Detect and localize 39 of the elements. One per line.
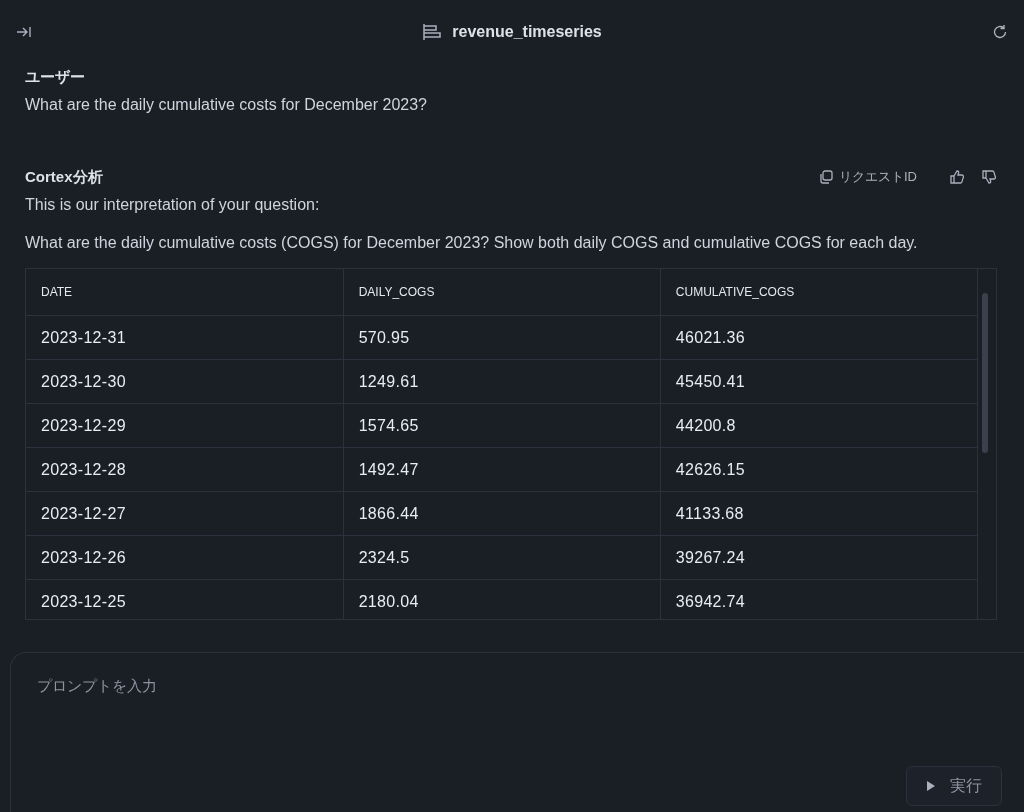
- table-cell: 2023-12-30: [26, 359, 344, 404]
- table-cell: 570.95: [343, 315, 661, 360]
- table-cell: 44200.8: [660, 403, 978, 448]
- table-cell: 2023-12-28: [26, 447, 344, 492]
- table-cell: 42626.15: [660, 447, 978, 492]
- interpretation-text: What are the daily cumulative costs (COGS) for December 2023? Show both daily COGS and cumulative COGS for each day.: [25, 233, 919, 253]
- prompt-field[interactable]: プロンプトを入力: [37, 677, 998, 766]
- table-cell: 1574.65: [343, 403, 661, 448]
- table-cell: 39267.24: [660, 535, 978, 580]
- column-header: DAILY_COGS: [343, 269, 661, 316]
- column-header: CUMULATIVE_COGS: [660, 269, 978, 316]
- table-cell: 2180.04: [343, 579, 661, 619]
- collapse-sidebar-icon[interactable]: [16, 24, 32, 40]
- table-cell: 2023-12-27: [26, 491, 344, 536]
- table-cell: 1249.61: [343, 359, 661, 404]
- thumbs-up-icon[interactable]: [949, 169, 965, 185]
- table-cell: 2023-12-25: [26, 579, 344, 619]
- column-header: DATE: [26, 269, 344, 316]
- table-cell: 1866.44: [343, 491, 661, 536]
- play-icon: [926, 780, 936, 792]
- response-text: This is our interpretation of your question:: [25, 195, 321, 215]
- message-author: ユーザー: [25, 67, 86, 87]
- copy-icon: [819, 170, 833, 184]
- table-cell: 36942.74: [660, 579, 978, 619]
- message-author: Cortex分析: [25, 167, 103, 187]
- table-cell: 46021.36: [660, 315, 978, 360]
- table-cell: 2324.5: [343, 535, 661, 580]
- user-message: What are the daily cumulative costs for December 2023?: [25, 95, 428, 115]
- table-cell: 1492.47: [343, 447, 661, 492]
- table-cell: 2023-12-31: [26, 315, 344, 360]
- thumbs-down-icon[interactable]: [981, 169, 997, 185]
- layout-icon: [422, 23, 443, 41]
- table-cell: 45450.41: [660, 359, 978, 404]
- table-cell: 41133.68: [660, 491, 978, 536]
- table-cell: 2023-12-26: [26, 535, 344, 580]
- refresh-icon[interactable]: [992, 24, 1008, 40]
- window-title: revenue_timeseries: [452, 23, 602, 41]
- table-cell: 2023-12-29: [26, 403, 344, 448]
- request-id-button[interactable]: リクエストID: [819, 168, 917, 186]
